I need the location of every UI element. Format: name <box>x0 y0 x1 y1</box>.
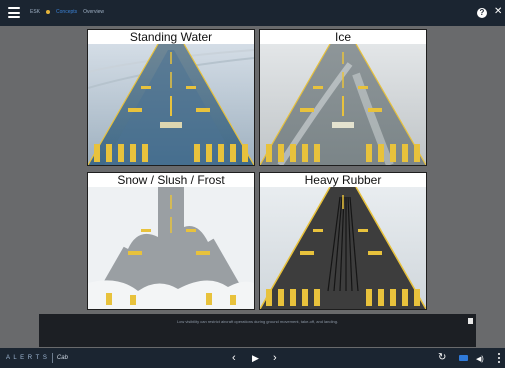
breadcrumb-item[interactable]: Overview <box>83 9 104 15</box>
captions-icon[interactable] <box>459 355 468 361</box>
notes-icon[interactable] <box>468 318 473 324</box>
next-icon[interactable]: › <box>273 351 277 365</box>
logo-divider <box>51 353 53 363</box>
caption-box: Low visibility can restrict aircraft ope… <box>39 314 476 347</box>
panel-snow-slush-frost: Snow / Slush / Frost <box>87 172 255 310</box>
bullet-icon <box>46 10 51 14</box>
panel-standing-water: Standing Water <box>87 29 255 166</box>
panel-title: Snow / Slush / Frost <box>88 173 254 187</box>
breadcrumb: ESK Concepts Overview <box>30 9 104 15</box>
player-controls: A L E R T S Cab ‹ ▶ › ↻ ◀) <box>0 348 505 368</box>
caption-text: Low visibility can restrict aircraft ope… <box>176 319 339 324</box>
help-icon[interactable]: ? <box>477 8 487 18</box>
snow-runway-image <box>88 187 254 309</box>
slide-stage: Standing Water Ice Snow / Slush / Frost … <box>0 26 505 348</box>
breadcrumb-item-active[interactable]: Concepts <box>56 9 77 15</box>
replay-icon[interactable]: ↻ <box>438 351 446 365</box>
panel-title: Ice <box>260 30 426 44</box>
volume-icon[interactable]: ◀) <box>476 353 484 367</box>
panel-title: Standing Water <box>88 30 254 44</box>
ice-runway-image <box>260 44 426 165</box>
panel-title: Heavy Rubber <box>260 173 426 187</box>
logo-text: A L E R T S <box>6 355 48 361</box>
more-icon[interactable] <box>498 353 500 363</box>
top-bar: ESK Concepts Overview ? ✕ <box>0 0 505 26</box>
heavy-rubber-runway-image <box>260 187 426 309</box>
standing-water-runway-image <box>88 44 254 165</box>
breadcrumb-item[interactable]: ESK <box>30 9 40 15</box>
panel-ice: Ice <box>259 29 427 166</box>
menu-icon[interactable] <box>8 7 20 18</box>
logo: A L E R T S Cab <box>6 353 68 363</box>
panel-heavy-rubber: Heavy Rubber <box>259 172 427 310</box>
play-icon[interactable]: ▶ <box>252 351 259 365</box>
logo-mark: Cab <box>56 355 68 361</box>
close-icon[interactable]: ✕ <box>494 6 502 18</box>
prev-icon[interactable]: ‹ <box>232 351 236 365</box>
